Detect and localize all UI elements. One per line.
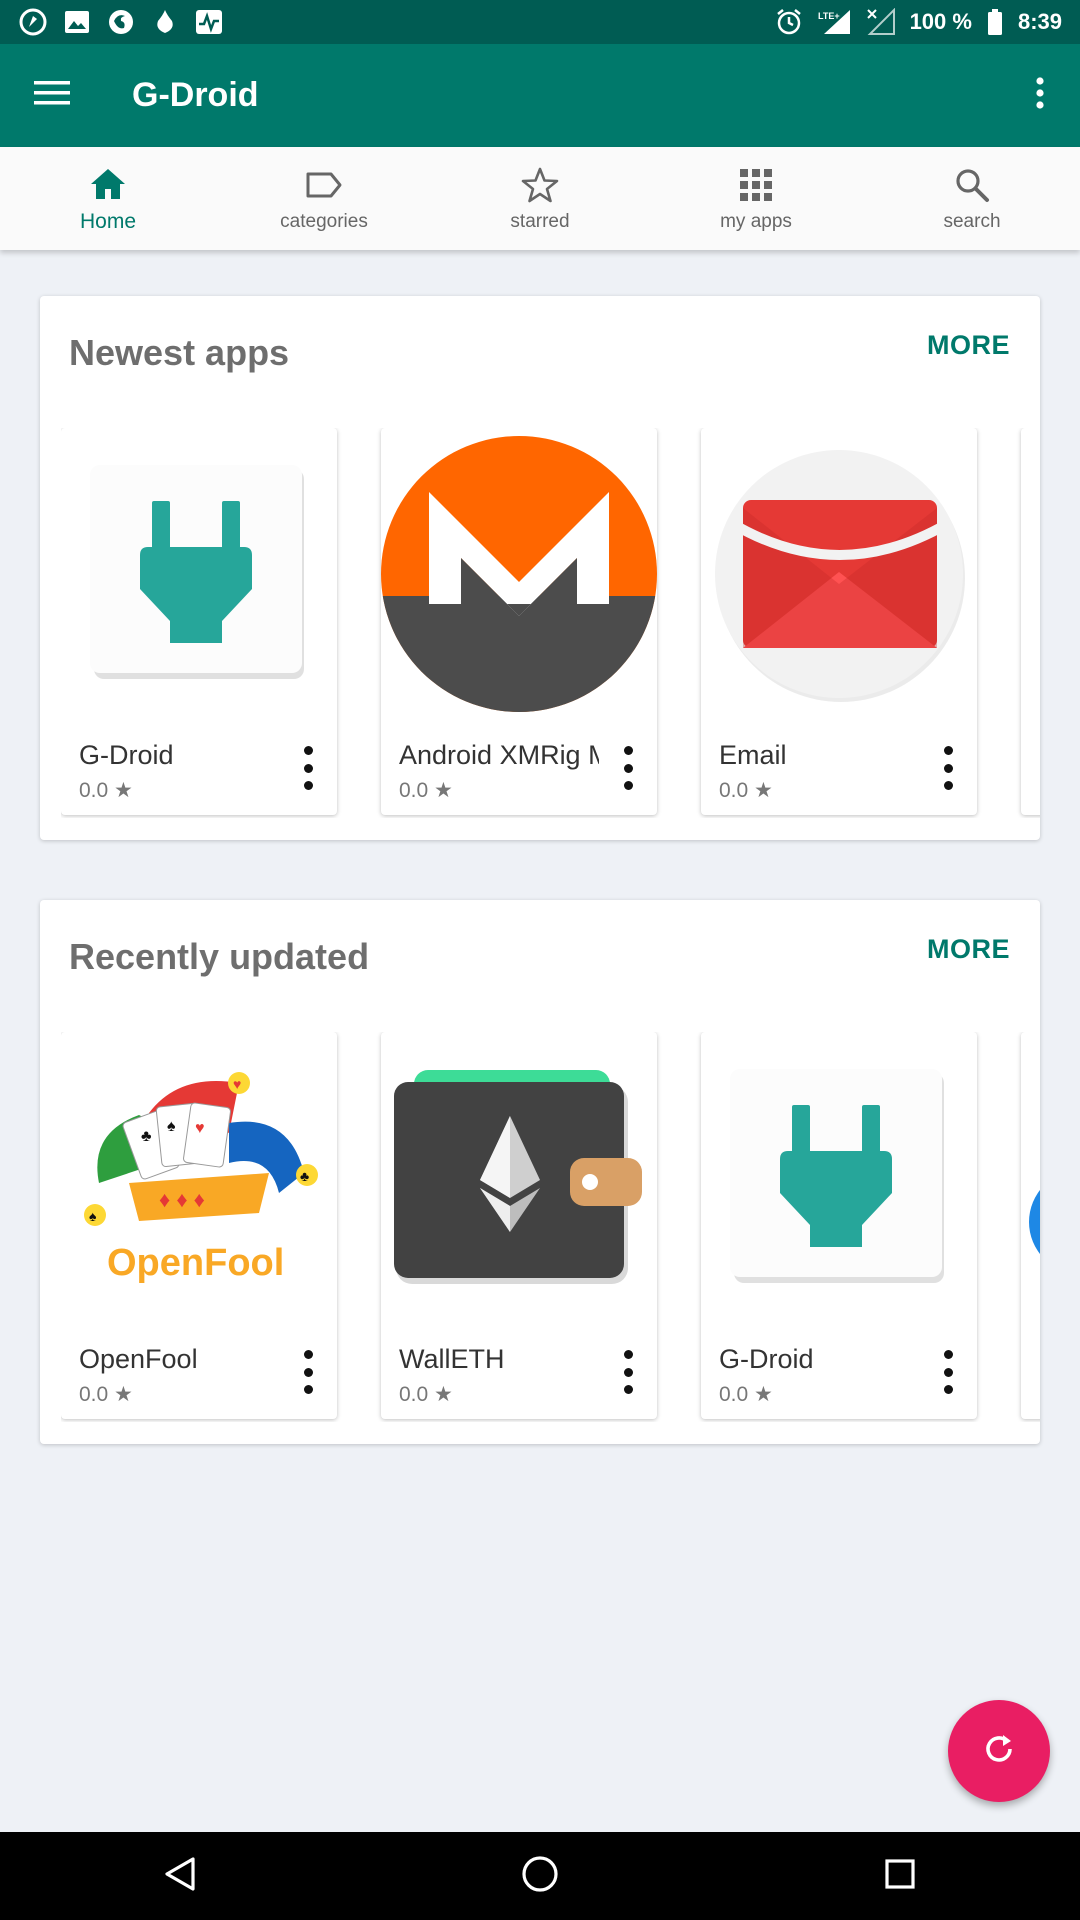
- grid-icon: [736, 165, 776, 205]
- status-right: LTE+ 100 % 8:39: [774, 7, 1062, 37]
- tab-label: starred: [510, 210, 570, 232]
- app-card-partial[interactable]: [1021, 428, 1040, 815]
- plug-icon: [701, 1032, 977, 1324]
- svg-text:♦ ♦ ♦: ♦ ♦ ♦: [159, 1187, 205, 1212]
- back-button[interactable]: [150, 1846, 210, 1906]
- app-title: G-Droid: [132, 76, 259, 114]
- tab-label: categories: [280, 210, 368, 232]
- tab-home[interactable]: Home: [0, 147, 216, 250]
- alarm-icon: [774, 7, 804, 37]
- star-icon: [520, 165, 560, 205]
- openfool-icon: ♥ ♣ ♠ ♠ ♥ ♣ ♦ ♦ ♦ OpenFool: [61, 1032, 337, 1324]
- svg-text:♣: ♣: [300, 1168, 309, 1184]
- tab-my-apps[interactable]: my apps: [648, 147, 864, 250]
- signal-off-icon: [866, 7, 896, 37]
- app-card[interactable]: WallETH 0.0 ★: [381, 1032, 657, 1419]
- app-card-partial[interactable]: [1021, 1032, 1040, 1419]
- email-icon: [701, 428, 977, 720]
- activity-icon: [194, 7, 224, 37]
- newest-apps-section: Newest apps MORE G-Droid 0.0 ★ Android X…: [40, 296, 1040, 840]
- svg-text:♣: ♣: [141, 1128, 152, 1145]
- drop-icon: [150, 7, 180, 37]
- app-bar: G-Droid: [0, 44, 1080, 147]
- more-button[interactable]: MORE: [927, 934, 1010, 965]
- svg-text:♥: ♥: [233, 1076, 241, 1092]
- overflow-menu-button[interactable]: [1000, 44, 1080, 147]
- refresh-icon: [981, 1731, 1017, 1772]
- system-nav-bar: [0, 1832, 1080, 1920]
- home-icon: [88, 164, 128, 204]
- tab-search[interactable]: search: [864, 147, 1080, 250]
- tab-bar: Home categories starred my apps search: [0, 147, 1080, 250]
- app-name: G-Droid: [719, 1344, 814, 1374]
- section-title: Newest apps: [69, 332, 290, 373]
- search-icon: [952, 165, 992, 205]
- svg-text:LTE+: LTE+: [818, 11, 840, 21]
- app-options-button[interactable]: [933, 746, 963, 790]
- monero-icon: [381, 428, 657, 720]
- app-name: Android XMRig M...: [399, 740, 599, 770]
- label-icon: [304, 165, 344, 205]
- firefox-icon: [106, 7, 136, 37]
- clock: 8:39: [1017, 9, 1062, 34]
- app-card[interactable]: Email 0.0 ★: [701, 428, 977, 815]
- app-carousel[interactable]: G-Droid 0.0 ★ Android XMRig M... 0.0 ★: [61, 428, 1040, 818]
- home-circle-icon: [521, 1855, 559, 1898]
- app-rating: 0.0 ★: [79, 779, 133, 802]
- app-rating: 0.0 ★: [399, 1383, 453, 1406]
- more-vert-icon: [1035, 77, 1045, 114]
- section-header: Newest apps MORE: [40, 296, 1040, 426]
- app-options-button[interactable]: [613, 1350, 643, 1394]
- home-button[interactable]: [510, 1846, 570, 1906]
- app-notification-icon: [18, 7, 48, 37]
- tab-categories[interactable]: categories: [216, 147, 432, 250]
- svg-text:OpenFool: OpenFool: [107, 1242, 284, 1284]
- hamburger-menu-button[interactable]: [0, 44, 104, 147]
- recents-button[interactable]: [870, 1846, 930, 1906]
- recently-updated-section: Recently updated MORE ♥ ♣ ♠ ♠ ♥ ♣ ♦ ♦ ♦ …: [40, 900, 1040, 1444]
- app-name: Email: [719, 740, 787, 770]
- app-rating: 0.0 ★: [79, 1383, 133, 1406]
- app-name: OpenFool: [79, 1344, 198, 1374]
- refresh-button[interactable]: [948, 1700, 1050, 1802]
- status-left-icons: [18, 7, 224, 37]
- section-title: Recently updated: [69, 936, 370, 977]
- svg-text:♥: ♥: [195, 1120, 205, 1137]
- app-rating: 0.0 ★: [719, 1383, 773, 1406]
- section-header: Recently updated MORE: [40, 900, 1040, 1030]
- recents-square-icon: [884, 1858, 916, 1895]
- app-rating: 0.0 ★: [719, 779, 773, 802]
- svg-text:♠: ♠: [167, 1118, 176, 1135]
- app-card[interactable]: Android XMRig M... 0.0 ★: [381, 428, 657, 815]
- app-options-button[interactable]: [613, 746, 643, 790]
- tab-label: search: [943, 210, 1001, 232]
- tab-label: my apps: [720, 210, 792, 232]
- battery-icon: [986, 7, 1004, 37]
- app-options-button[interactable]: [293, 746, 323, 790]
- tab-starred[interactable]: starred: [432, 147, 648, 250]
- menu-icon: [34, 80, 70, 111]
- app-options-button[interactable]: [933, 1350, 963, 1394]
- wallet-icon: [381, 1032, 657, 1324]
- battery-percent: 100 %: [909, 9, 972, 34]
- app-card[interactable]: ♥ ♣ ♠ ♠ ♥ ♣ ♦ ♦ ♦ OpenFool OpenFool 0.0 …: [61, 1032, 337, 1419]
- back-triangle-icon: [163, 1856, 197, 1897]
- signal-lte-icon: LTE+: [818, 7, 852, 37]
- more-button[interactable]: MORE: [927, 330, 1010, 361]
- plug-icon: [61, 428, 337, 720]
- app-options-button[interactable]: [293, 1350, 323, 1394]
- status-bar: LTE+ 100 % 8:39: [0, 0, 1080, 44]
- tab-label: Home: [79, 209, 137, 233]
- app-carousel[interactable]: ♥ ♣ ♠ ♠ ♥ ♣ ♦ ♦ ♦ OpenFool OpenFool 0.0 …: [61, 1032, 1040, 1422]
- image-icon: [62, 7, 92, 37]
- app-name: G-Droid: [79, 740, 174, 770]
- app-rating: 0.0 ★: [399, 779, 453, 802]
- app-card[interactable]: G-Droid 0.0 ★: [61, 428, 337, 815]
- svg-text:♠: ♠: [89, 1208, 97, 1224]
- app-name: WallETH: [399, 1344, 505, 1374]
- app-card[interactable]: G-Droid 0.0 ★: [701, 1032, 977, 1419]
